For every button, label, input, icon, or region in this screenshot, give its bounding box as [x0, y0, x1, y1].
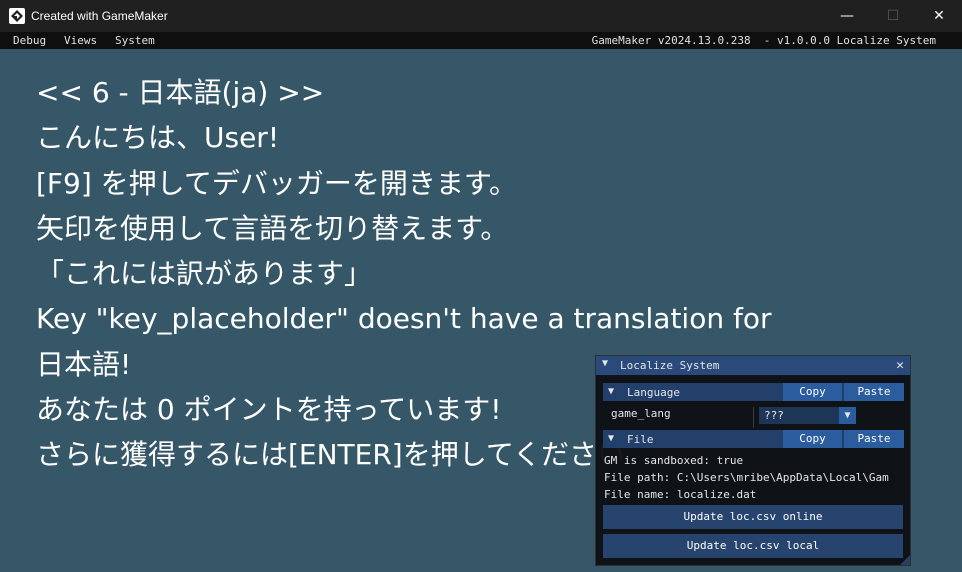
sandbox-status: GM is sandboxed: true — [604, 454, 744, 467]
language-collapse-icon[interactable]: ▼ — [608, 386, 614, 397]
language-combo[interactable]: ??? ▼ — [759, 407, 856, 424]
greeting-line: こんにちは、User! — [36, 121, 280, 155]
update-online-button[interactable]: Update loc.csv online — [603, 505, 903, 529]
file-path: File path: C:\Users\mribe\AppData\Local\… — [604, 471, 889, 484]
panel-close-icon[interactable]: ✕ — [896, 358, 904, 373]
minimize-button[interactable]: — — [824, 0, 870, 32]
language-paste-button[interactable]: Paste — [844, 383, 904, 401]
update-local-button[interactable]: Update loc.csv local — [603, 534, 903, 558]
debugger-hint-line: [F9] を押してデバッガーを開きます。 — [36, 166, 518, 200]
panel-titlebar[interactable]: ▼ Localize System ✕ — [596, 356, 910, 375]
window-title: Created with GameMaker — [31, 9, 168, 23]
debug-menubar: Debug Views System GameMaker v2024.13.0.… — [0, 32, 962, 49]
language-section-header[interactable]: ▼ Language Copy Paste — [603, 383, 904, 401]
language-combo-value: ??? — [764, 409, 784, 422]
window-titlebar: Created with GameMaker — ☐ ✕ — [0, 0, 962, 32]
file-name: File name: localize.dat — [604, 488, 757, 501]
resize-grip-icon[interactable] — [900, 555, 910, 565]
panel-title: Localize System — [620, 359, 720, 372]
translated-quote-line: 「これには訳があります」 — [36, 257, 373, 291]
file-section-header[interactable]: ▼ File Copy Paste — [603, 430, 904, 448]
collapse-arrow-icon[interactable]: ▼ — [602, 358, 608, 369]
gamemaker-icon — [9, 8, 25, 24]
menu-views[interactable]: Views — [64, 32, 97, 49]
menu-debug[interactable]: Debug — [13, 32, 46, 49]
localize-system-panel: ▼ Localize System ✕ ▼ Language Copy Past… — [595, 355, 911, 566]
combo-dropdown-icon[interactable]: ▼ — [839, 407, 856, 424]
column-separator — [753, 407, 754, 428]
file-section-label: File — [627, 433, 654, 446]
language-copy-button[interactable]: Copy — [783, 383, 842, 401]
file-paste-button[interactable]: Paste — [844, 430, 904, 448]
file-copy-button[interactable]: Copy — [783, 430, 842, 448]
maximize-button[interactable]: ☐ — [870, 0, 916, 32]
game-lang-label: game_lang — [611, 407, 671, 420]
version-info: GameMaker v2024.13.0.238 - v1.0.0.0 Loca… — [591, 34, 936, 47]
missing-key-line: Key "key_placeholder" doesn't have a tra… — [36, 302, 772, 336]
menu-system[interactable]: System — [115, 32, 155, 49]
file-collapse-icon[interactable]: ▼ — [608, 433, 614, 444]
close-button[interactable]: ✕ — [916, 0, 962, 32]
arrow-hint-line: 矢印を使用して言語を切り替えます。 — [36, 211, 509, 245]
language-section-label: Language — [627, 386, 680, 399]
language-selector-line: << 6 - 日本語(ja) >> — [36, 76, 325, 109]
